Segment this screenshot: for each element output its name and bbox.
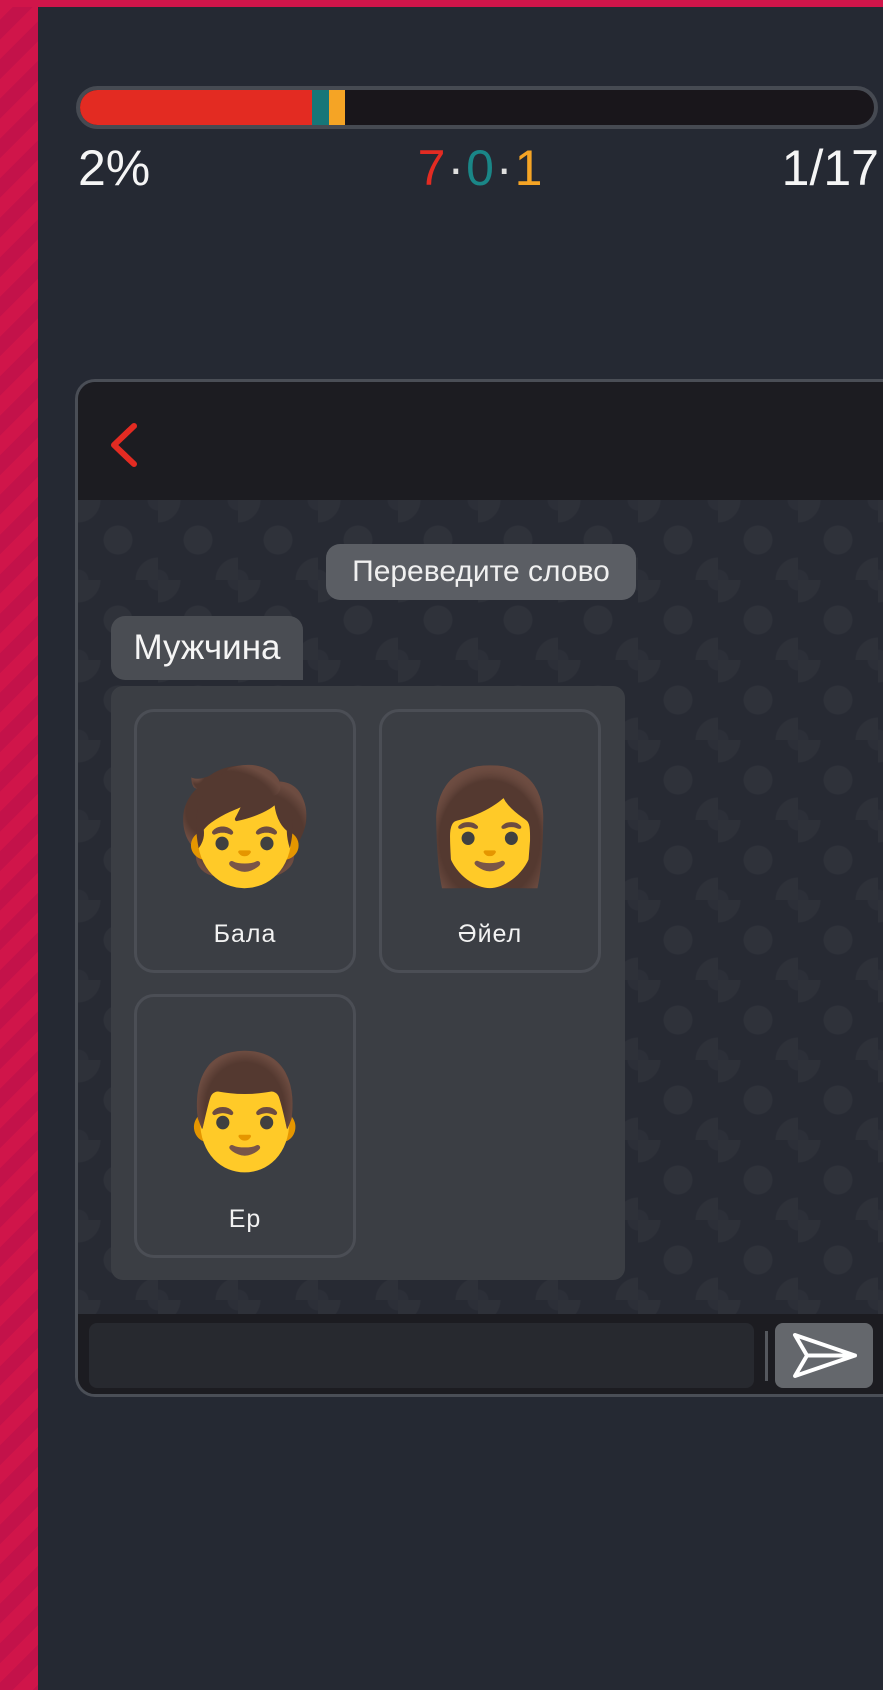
lesson-progress-bar [76,86,878,129]
decorative-top-stripe [0,0,883,7]
progress-segment-neutral [311,90,329,125]
back-button[interactable] [104,420,144,470]
score-wrong: 7 [417,140,446,196]
send-button[interactable] [775,1323,873,1388]
option-card-bala[interactable]: 🧒 Бала [134,709,356,973]
input-divider [765,1331,768,1381]
man-emoji-icon: 👨 [175,1049,315,1174]
child-emoji-icon: 🧒 [175,764,315,889]
option-card-ayel[interactable]: 👩 Әйел [379,709,601,973]
score-separator: · [447,140,465,196]
chat-header [78,382,883,500]
chat-messages: Переведите слово Мужчина 🧒 Бала 👩 Әйел 👨… [78,500,883,1314]
option-card-er[interactable]: 👨 Ер [134,994,356,1258]
question-counter: 1/17 [781,140,879,196]
system-message: Переведите слово [326,544,636,600]
score-neutral: 0 [466,140,494,196]
send-icon [793,1333,857,1378]
message-input[interactable] [89,1323,754,1388]
prompt-word-bubble: Мужчина [111,616,303,680]
score-correct: 1 [514,140,543,196]
progress-segment-correct [328,90,346,125]
chat-panel: Переведите слово Мужчина 🧒 Бала 👩 Әйел 👨… [75,379,883,1397]
progress-segment-wrong [80,90,312,125]
answer-options-card: 🧒 Бала 👩 Әйел 👨 Ер [111,686,625,1280]
option-label: Әйел [457,920,523,948]
option-label: Ер [228,1205,262,1233]
chevron-left-icon [111,423,137,467]
decorative-side-stripe [0,0,38,1690]
score-counter: 7·0·1 [0,138,883,198]
option-label: Бала [213,920,277,948]
woman-emoji-icon: 👩 [420,764,560,889]
score-separator: · [495,140,513,196]
message-input-bar [78,1314,883,1394]
